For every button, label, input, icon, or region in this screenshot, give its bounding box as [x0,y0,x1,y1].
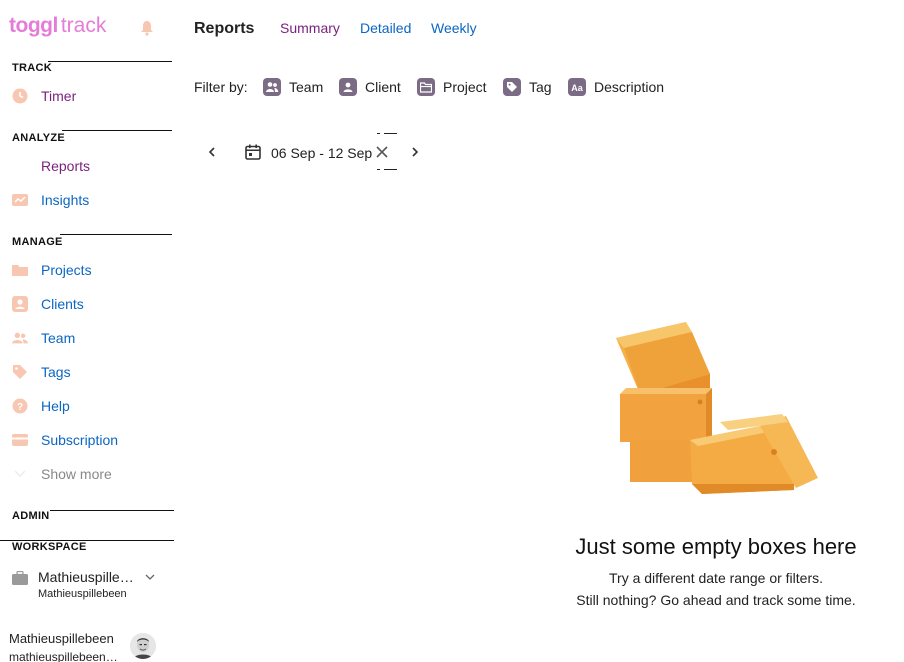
sidebar-item-label: Team [41,330,76,346]
chevron-down-icon [12,466,28,482]
clock-icon [12,88,28,104]
sidebar-item-label: Timer [41,88,77,104]
filter-client[interactable]: Client [339,77,401,97]
filter-label-client: Client [365,79,401,95]
filter-label: Filter by: [194,79,248,95]
insights-icon [12,192,28,208]
calendar-icon[interactable] [244,143,262,161]
filter-tag[interactable]: Tag [503,77,552,97]
sidebar-item-label: Reports [41,158,91,174]
description-icon: Aa [568,78,586,96]
filter-project[interactable]: Project [417,77,487,97]
divider [384,133,397,134]
section-workspace: WORKSPACE [12,541,87,553]
bell-icon[interactable] [140,20,154,36]
help-icon: ? [12,398,28,414]
chevron-left-icon[interactable] [204,143,220,161]
sidebar-show-more[interactable]: Show more [12,462,172,486]
section-analyze: ANALYZE [12,132,66,144]
sidebar-item-label: Help [41,398,70,414]
briefcase-icon [12,571,28,585]
divider [377,169,380,170]
date-range[interactable]: 06 Sep - 12 Sep [271,145,372,161]
tab-detailed[interactable]: Detailed [360,20,411,36]
section-divider [62,130,172,131]
client-icon [339,78,357,96]
user-name: Mathieuspillebeen [9,631,114,646]
sidebar-item-clients[interactable]: Clients [12,292,172,316]
team-icon [263,78,281,96]
section-divider [50,510,174,511]
close-icon[interactable] [374,144,390,160]
avatar[interactable] [130,633,156,659]
sidebar-item-label: Subscription [41,432,119,448]
sidebar-item-insights[interactable]: Insights [12,188,172,212]
sidebar-item-team[interactable]: Team [12,326,172,350]
empty-state-title: Just some empty boxes here [575,534,857,559]
empty-state-line-2: Still nothing? Go ahead and track some t… [576,592,856,608]
sidebar-item-help[interactable]: ? Help [12,394,172,418]
section-divider [48,61,172,62]
sidebar-item-label: Clients [41,296,84,312]
chevron-right-icon[interactable] [407,143,423,161]
filter-label-tag: Tag [529,79,552,95]
chevron-down-icon [145,574,155,580]
workspace-owner: Mathieuspillebeen [38,588,127,600]
reports-icon [12,158,28,174]
section-divider [60,234,172,235]
sidebar-item-reports[interactable]: Reports [12,154,172,178]
filter-team[interactable]: Team [263,77,323,97]
workspace-switcher[interactable]: Mathieuspillebeen's workspace Mathieuspi… [12,569,162,605]
team-icon [12,330,28,346]
folder-icon [417,78,435,96]
svg-text:?: ? [17,402,23,413]
tab-weekly[interactable]: Weekly [431,20,477,36]
empty-boxes-illustration [616,322,818,494]
user-profile[interactable]: Mathieuspillebeen mathieuspillebeen@... [9,631,159,662]
filter-description[interactable]: Aa Description [568,77,664,97]
logo-main: toggl [9,14,58,37]
subscription-icon [12,432,28,448]
filter-label-project: Project [443,79,487,95]
sidebar-item-label: Tags [41,364,71,380]
section-admin: ADMIN [12,510,50,522]
section-manage: MANAGE [12,236,63,248]
user-email: mathieuspillebeen@... [9,650,127,662]
filter-label-description: Description [594,79,665,95]
sidebar-item-tags[interactable]: Tags [12,360,172,384]
filter-label-team: Team [289,79,324,95]
svg-text:Aa: Aa [571,83,583,93]
workspace-name: Mathieuspillebeen's workspace [38,569,140,585]
tab-summary[interactable]: Summary [280,20,340,36]
page-title: Reports [194,20,255,37]
client-icon [12,296,28,312]
sidebar: toggl track TRACK Timer ANALYZE Reports … [0,0,180,662]
sidebar-item-projects[interactable]: Projects [12,258,172,282]
sidebar-item-timer[interactable]: Timer [12,84,172,108]
divider [384,169,397,170]
sidebar-item-label: Insights [41,192,90,208]
sidebar-item-subscription[interactable]: Subscription [12,428,172,452]
tag-icon [12,364,28,380]
logo-sub: track [60,14,107,37]
section-track: TRACK [12,62,52,74]
divider [377,133,380,134]
toggl-logo[interactable]: toggl track [9,14,106,38]
tag-icon [503,78,521,96]
sidebar-item-label: Projects [41,262,92,278]
folder-icon [12,262,28,278]
empty-state-line-1: Try a different date range or filters. [609,570,823,586]
sidebar-item-label: Show more [41,466,112,482]
